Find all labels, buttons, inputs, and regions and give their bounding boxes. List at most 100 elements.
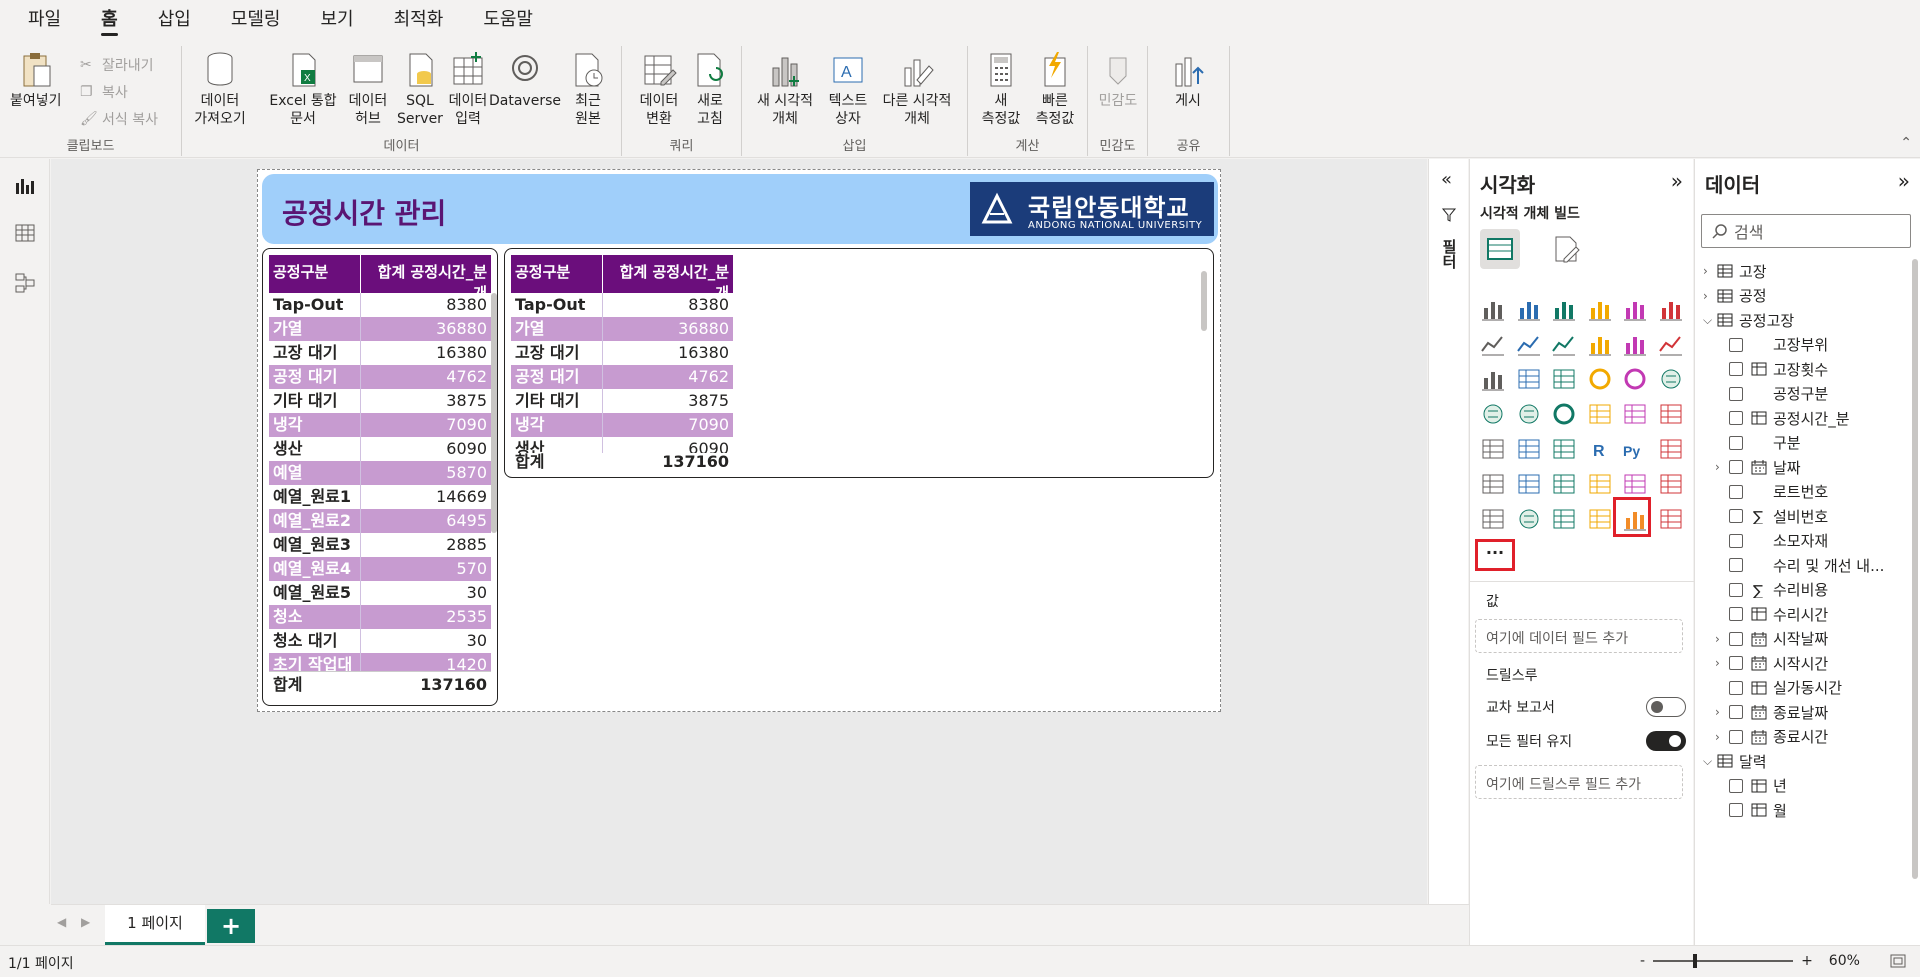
field-checkbox[interactable] xyxy=(1729,509,1743,523)
field-checkbox[interactable] xyxy=(1729,729,1743,744)
paginated-report-icon[interactable] xyxy=(1622,471,1648,497)
field-node[interactable]: 공정구분 xyxy=(1715,382,1828,406)
report-canvas[interactable]: 공정시간 관리 국립안동대학교 ANDONG NATIONAL UNIVERSI… xyxy=(51,159,1427,904)
map-icon[interactable] xyxy=(1480,401,1506,427)
field-checkbox[interactable] xyxy=(1729,362,1743,376)
field-node[interactable]: › 종료날짜 xyxy=(1715,700,1828,724)
python-visual-icon[interactable]: Py xyxy=(1622,436,1648,462)
sensitivity-button[interactable]: 민감도 xyxy=(1094,50,1142,110)
table-node[interactable]: ⌵ 달력 xyxy=(1703,749,1767,773)
chevron-icon[interactable]: ⌵ xyxy=(1703,754,1717,769)
field-node[interactable]: 공정시간_분 xyxy=(1715,406,1850,430)
chevron-icon[interactable]: › xyxy=(1703,264,1717,278)
100-stacked-bar-chart-icon[interactable] xyxy=(1622,296,1648,322)
clustered-bar-chart-icon[interactable] xyxy=(1551,296,1577,322)
table-row[interactable]: 공정 대기 4762 xyxy=(511,365,733,389)
field-node[interactable]: 로트번호 xyxy=(1715,480,1828,504)
line-column-chart-icon[interactable] xyxy=(1587,331,1613,357)
keep-filters-toggle[interactable] xyxy=(1646,731,1686,751)
field-node[interactable]: 구분 xyxy=(1715,431,1801,455)
data-search-input[interactable]: 검색 xyxy=(1701,214,1911,248)
field-checkbox[interactable] xyxy=(1729,778,1743,793)
funnel-chart-icon[interactable] xyxy=(1516,366,1542,392)
custom-matrix-visual-icon[interactable] xyxy=(1658,506,1684,532)
drillthrough-drop-well[interactable]: 여기에 드릴스루 필드 추가 xyxy=(1475,765,1683,799)
build-visual-tab[interactable] xyxy=(1480,229,1520,269)
table-node[interactable]: › 고장 xyxy=(1703,259,1767,283)
field-node[interactable]: › 날짜 xyxy=(1715,455,1801,479)
power-apps-icon[interactable] xyxy=(1658,471,1684,497)
clustered-column-chart-icon[interactable] xyxy=(1587,296,1613,322)
format-painter-button[interactable]: 🖌 서식 복사 xyxy=(80,108,158,130)
dataverse-button[interactable]: Dataverse xyxy=(489,50,561,110)
table-row[interactable]: 예열 5870 xyxy=(269,461,491,485)
field-checkbox[interactable] xyxy=(1729,656,1743,670)
key-influencers-icon[interactable] xyxy=(1658,436,1684,462)
table-visual-1[interactable]: 공정구분 합계 공정시간_분개 Tap-Out 8380 가열 36880 고장 대기 1… xyxy=(262,248,498,706)
paste-button[interactable]: 붙여넣기 xyxy=(10,50,62,110)
field-node[interactable]: 년 xyxy=(1715,774,1787,798)
refresh-button[interactable]: 새로 고침 xyxy=(688,50,732,128)
menu-item-3[interactable]: 모델링 xyxy=(231,0,281,40)
table-view-icon[interactable] xyxy=(13,221,37,245)
recent-sources-button[interactable]: 최근 원본 xyxy=(564,50,612,128)
table-row[interactable]: 공정 대기 4762 xyxy=(269,365,491,389)
table-row[interactable]: 가열 36880 xyxy=(511,317,733,341)
table-node[interactable]: ⌵ 공정고장 xyxy=(1703,308,1794,332)
smart-narrative-icon[interactable] xyxy=(1551,471,1577,497)
stacked-column-chart-icon[interactable] xyxy=(1516,296,1542,322)
table-row[interactable]: 예열_원료5 30 xyxy=(269,581,491,605)
new-visual-label[interactable]: 새 시각적 개체 xyxy=(757,92,813,128)
field-checkbox[interactable] xyxy=(1729,386,1743,401)
field-node[interactable]: 고장부위 xyxy=(1715,333,1828,357)
area-chart-icon[interactable] xyxy=(1516,331,1542,357)
field-checkbox[interactable] xyxy=(1729,705,1743,719)
title-banner[interactable]: 공정시간 관리 국립안동대학교 ANDONG NATIONAL UNIVERSI… xyxy=(262,174,1218,244)
field-checkbox[interactable] xyxy=(1729,631,1743,646)
page-tab-1[interactable]: 1 페이지 xyxy=(105,905,205,945)
pie-chart-icon[interactable] xyxy=(1587,366,1613,392)
scatter-chart-icon[interactable] xyxy=(1551,366,1577,392)
arcgis-map-icon[interactable] xyxy=(1516,506,1542,532)
field-checkbox[interactable] xyxy=(1729,533,1743,548)
field-checkbox[interactable] xyxy=(1729,484,1743,499)
field-checkbox[interactable] xyxy=(1729,582,1743,597)
stacked-area-chart-icon[interactable] xyxy=(1551,331,1577,357)
filled-map-icon[interactable] xyxy=(1516,401,1542,427)
waterfall-chart-icon[interactable] xyxy=(1480,366,1506,392)
stacked-bar-chart-icon[interactable] xyxy=(1480,296,1506,322)
zoom-in-button[interactable]: + xyxy=(1801,953,1813,969)
gauge-icon[interactable] xyxy=(1551,401,1577,427)
get-data-button[interactable]: 데이터 가져오기 xyxy=(192,50,248,128)
field-checkbox[interactable] xyxy=(1729,607,1743,621)
line-clustered-column-chart-icon[interactable] xyxy=(1622,331,1648,357)
expand-filters-icon[interactable]: « xyxy=(1441,169,1452,190)
get-more-visuals-button[interactable]: ··· xyxy=(1481,543,1509,567)
kpi-icon[interactable] xyxy=(1658,401,1684,427)
zoom-slider[interactable] xyxy=(1653,954,1794,968)
table-row[interactable]: 기타 대기 3875 xyxy=(269,389,491,413)
chevron-icon[interactable]: › xyxy=(1715,730,1729,744)
table-row[interactable]: Tap-Out 8380 xyxy=(269,293,491,317)
table-row[interactable]: 예열_원료1 14669 xyxy=(269,485,491,509)
report-page[interactable]: 공정시간 관리 국립안동대학교 ANDONG NATIONAL UNIVERSI… xyxy=(257,169,1221,712)
new-visual-button[interactable]: 새 시각적 개체 xyxy=(752,50,818,128)
more-visuals-button[interactable]: 다른 시각적 개체 xyxy=(876,50,958,128)
table-row[interactable]: 생산 6090 xyxy=(269,437,491,461)
field-checkbox[interactable] xyxy=(1729,411,1743,425)
cut-button[interactable]: ✂ 잘라내기 xyxy=(80,54,154,76)
field-node[interactable]: 수리시간 xyxy=(1715,602,1828,626)
fit-to-page-icon[interactable] xyxy=(1890,953,1906,969)
table-row[interactable]: 청소 2535 xyxy=(269,605,491,629)
field-node[interactable]: › 시작시간 xyxy=(1715,651,1828,675)
table-row[interactable]: 예열_원료2 6495 xyxy=(269,509,491,533)
text-box-button[interactable]: A 텍스트 상자 xyxy=(822,50,874,128)
100-stacked-column-chart-icon[interactable] xyxy=(1658,296,1684,322)
table-1-scrollbar[interactable] xyxy=(491,293,497,533)
prev-page-icon[interactable]: ◀ xyxy=(57,915,66,929)
table-row[interactable]: 예열_원료4 570 xyxy=(269,557,491,581)
field-node[interactable]: 실가동시간 xyxy=(1715,676,1842,700)
chevron-icon[interactable]: › xyxy=(1715,460,1729,474)
card-icon[interactable] xyxy=(1587,401,1613,427)
field-checkbox[interactable] xyxy=(1729,337,1743,352)
